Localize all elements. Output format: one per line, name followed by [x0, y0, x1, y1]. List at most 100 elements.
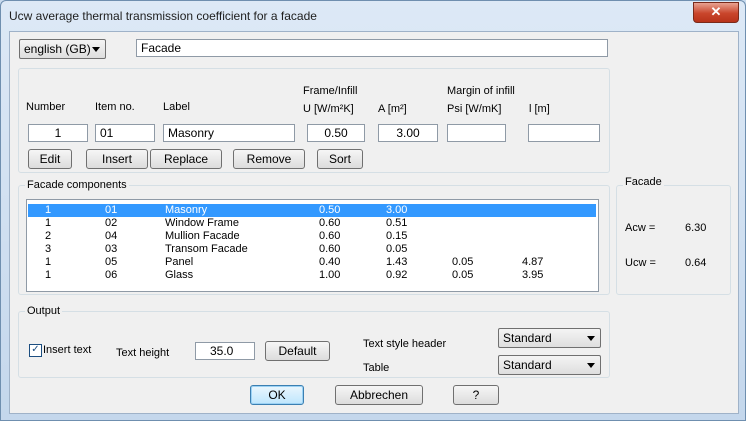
language-select[interactable]: english (GB): [19, 39, 106, 59]
language-select-value: english (GB): [24, 42, 91, 56]
number-input[interactable]: 1: [28, 124, 88, 142]
cell-item: 05: [105, 256, 118, 268]
insert-text-checkbox[interactable]: ✓: [29, 344, 42, 357]
cell-u: 0.60: [319, 243, 341, 255]
facade-name-input[interactable]: Facade: [136, 39, 608, 57]
output-group-title: Output: [25, 305, 63, 317]
edit-button[interactable]: Edit: [28, 149, 72, 169]
list-item[interactable]: 1 01 Masonry 0.50 3.00: [28, 204, 596, 217]
cell-item: 04: [105, 230, 118, 242]
cell-label: Window Frame: [165, 217, 239, 229]
cell-item: 03: [105, 243, 118, 255]
table-style-value: Standard: [503, 358, 552, 372]
list-item[interactable]: 2 04 Mullion Facade 0.60 0.15: [28, 230, 596, 243]
cancel-button[interactable]: Abbrechen: [335, 385, 423, 405]
cell-n: 1: [45, 269, 52, 281]
help-button[interactable]: ?: [453, 385, 499, 405]
header-u: U [W/m²K]: [303, 103, 354, 115]
cell-item: 02: [105, 217, 118, 229]
header-psi: Psi [W/mK]: [447, 103, 502, 115]
cell-psi: 0.05: [452, 269, 474, 281]
chevron-down-icon: [587, 363, 595, 368]
list-item[interactable]: 1 05 Panel 0.40 1.43 0.05 4.87: [28, 256, 596, 269]
cell-u: 0.60: [319, 230, 341, 242]
cell-a: 0.51: [386, 217, 408, 229]
a-input[interactable]: 3.00: [378, 124, 438, 142]
cell-a: 0.92: [386, 269, 408, 281]
cell-u: 1.00: [319, 269, 341, 281]
list-item[interactable]: 1 02 Window Frame 0.60 0.51: [28, 217, 596, 230]
cell-label: Mullion Facade: [165, 230, 240, 242]
item-no-input[interactable]: 01: [95, 124, 155, 142]
header-number: Number: [26, 101, 66, 113]
window-title: Ucw average thermal transmission coeffic…: [9, 9, 317, 23]
components-group: Facade components 1 01 Masonry 0.50 3.00 1 02 W…: [18, 179, 610, 295]
header-l: l [m]: [529, 103, 550, 115]
cell-u: 0.60: [319, 217, 341, 229]
label-input[interactable]: Masonry: [163, 124, 295, 142]
cell-n: 3: [45, 243, 52, 255]
insert-button[interactable]: Insert: [86, 149, 148, 169]
entry-group: Number Item no. Label Frame/Infill U [W/…: [18, 68, 610, 173]
cell-label: Panel: [165, 256, 194, 268]
cell-label: Transom Facade: [165, 243, 248, 255]
dialog-window: Ucw average thermal transmission coeffic…: [0, 0, 746, 421]
output-group: Output ✓ Insert text Text height 35.0 De…: [18, 305, 610, 378]
cell-u: 0.50: [319, 204, 341, 216]
cell-item: 01: [105, 204, 118, 216]
cell-l: 4.87: [522, 256, 544, 268]
sort-button[interactable]: Sort: [317, 149, 363, 169]
header-frame-infill: Frame/Infill: [303, 85, 358, 97]
text-style-header-value: Standard: [503, 331, 552, 345]
text-height-input[interactable]: 35.0: [195, 342, 255, 360]
cell-n: 1: [45, 204, 52, 216]
header-label: Label: [163, 101, 190, 113]
cell-a: 0.05: [386, 243, 408, 255]
cell-a: 0.15: [386, 230, 408, 242]
components-group-title: Facade components: [25, 179, 129, 191]
chevron-down-icon: [92, 47, 100, 52]
cell-a: 1.43: [386, 256, 408, 268]
title-bar[interactable]: Ucw average thermal transmission coeffic…: [1, 1, 745, 31]
header-margin-infill: Margin of infill: [447, 85, 515, 97]
remove-button[interactable]: Remove: [233, 149, 305, 169]
text-style-header-select[interactable]: Standard: [498, 328, 601, 348]
table-style-select[interactable]: Standard: [498, 355, 601, 375]
ucw-value: 0.64: [685, 257, 707, 269]
facade-summary-group: Facade Acw = 6.30 Ucw = 0.64: [616, 176, 731, 295]
close-button[interactable]: ✕: [693, 2, 739, 23]
replace-button[interactable]: Replace: [150, 149, 222, 169]
dialog-client-area: english (GB) Facade Number Item no. Labe…: [9, 31, 739, 414]
cell-n: 2: [45, 230, 52, 242]
cell-item: 06: [105, 269, 118, 281]
text-height-label: Text height: [116, 347, 170, 359]
chevron-down-icon: [587, 336, 595, 341]
insert-text-label: Insert text: [43, 344, 92, 356]
default-button[interactable]: Default: [265, 341, 330, 361]
cell-u: 0.40: [319, 256, 341, 268]
list-item[interactable]: 1 06 Glass 1.00 0.92 0.05 3.95: [28, 269, 596, 282]
ok-button[interactable]: OK: [250, 385, 304, 405]
components-list[interactable]: 1 01 Masonry 0.50 3.00 1 02 Window Frame 0.60 0.5…: [26, 199, 599, 292]
ucw-label: Ucw =: [625, 257, 656, 269]
u-input[interactable]: 0.50: [307, 124, 365, 142]
cell-n: 1: [45, 256, 52, 268]
header-item-no: Item no.: [95, 101, 135, 113]
cell-psi: 0.05: [452, 256, 474, 268]
text-style-header-label: Text style header: [363, 338, 447, 350]
list-item[interactable]: 3 03 Transom Facade 0.60 0.05: [28, 243, 596, 256]
cell-label: Masonry: [165, 204, 208, 216]
cell-a: 3.00: [386, 204, 408, 216]
close-icon: ✕: [710, 4, 722, 19]
psi-input[interactable]: [447, 124, 506, 142]
table-label: Table: [363, 362, 390, 374]
acw-value: 6.30: [685, 222, 707, 234]
checkmark-icon: ✓: [31, 344, 40, 355]
cell-label: Glass: [165, 269, 194, 281]
facade-summary-title: Facade: [623, 176, 664, 188]
header-a: A [m²]: [378, 103, 407, 115]
cell-n: 1: [45, 217, 52, 229]
cell-l: 3.95: [522, 269, 544, 281]
l-input[interactable]: [528, 124, 600, 142]
acw-label: Acw =: [625, 222, 656, 234]
